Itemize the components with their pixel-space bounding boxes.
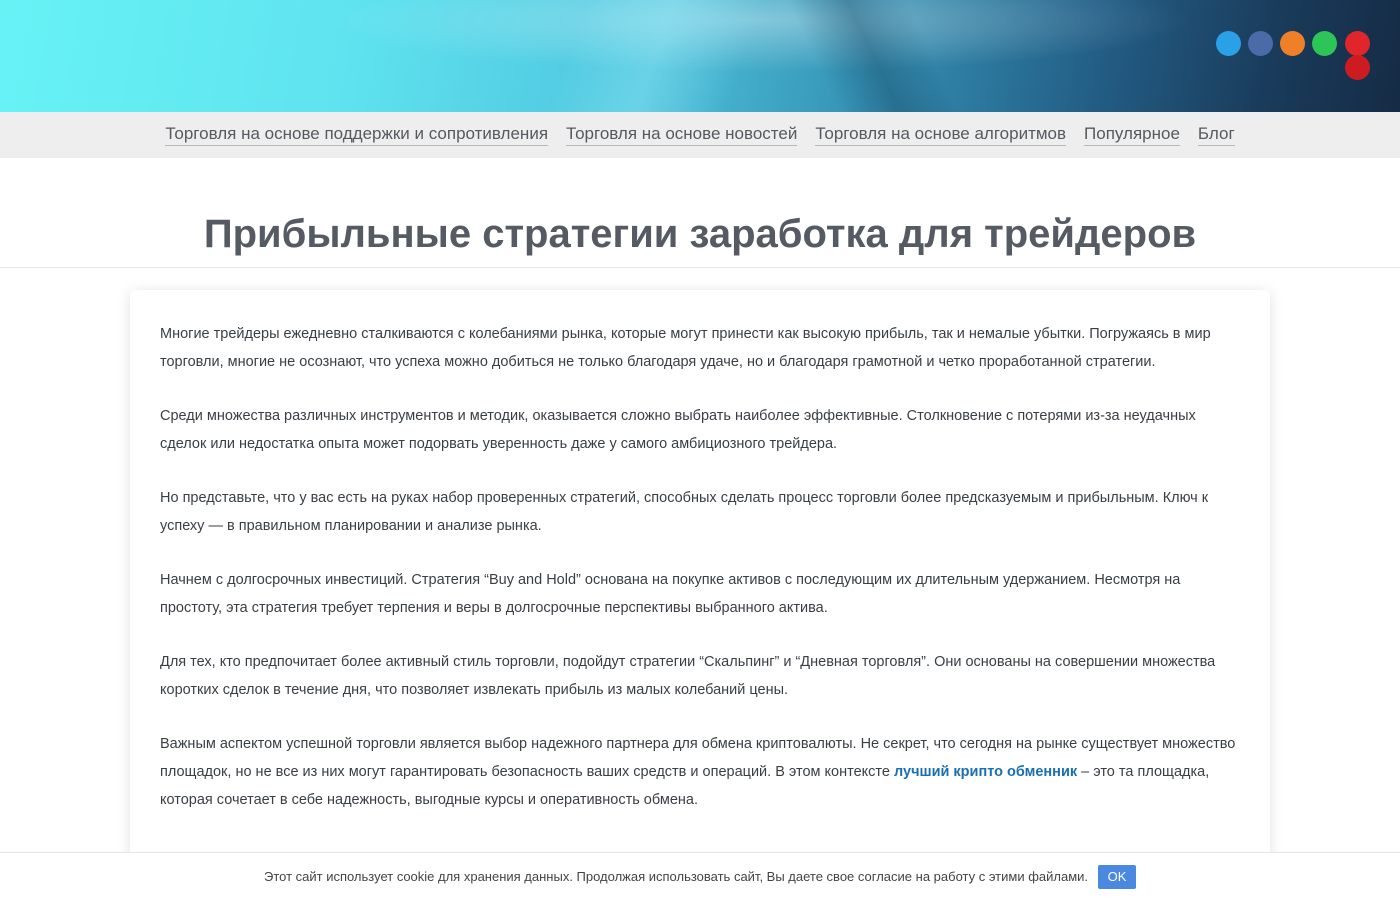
article-paragraph-3: Но представьте, что у вас есть на руках … — [160, 490, 1209, 534]
article-paragraph-1: Многие трейдеры ежедневно сталкиваются с… — [160, 326, 1211, 370]
logo-dot-red-lower — [1345, 55, 1370, 80]
logo-dot-navy — [1248, 31, 1273, 56]
cookie-notice-text: Этот сайт использует cookie для хранения… — [263, 869, 1089, 884]
banner-light-streak — [519, 0, 781, 112]
logo-dot-blue — [1216, 31, 1241, 56]
article-paragraph-5: Для тех, кто предпочитает более активный… — [160, 654, 1216, 698]
site-logo[interactable] — [1216, 31, 1376, 81]
logo-dot-red — [1345, 31, 1370, 56]
article-card: Многие трейдеры ежедневно сталкиваются с… — [130, 290, 1270, 900]
page-title: Прибыльные стратегии заработка для трейд… — [203, 212, 1197, 256]
cookie-banner: Этот сайт использует cookie для хранения… — [0, 852, 1400, 900]
article-paragraph-2: Среди множества различных инструментов и… — [160, 408, 1196, 452]
cookie-ok-button[interactable]: OK — [1098, 864, 1137, 889]
nav-popular[interactable]: Популярное — [1084, 124, 1180, 146]
article-paragraph-6: Важным аспектом успешной торговли являет… — [160, 730, 1240, 814]
nav-blog[interactable]: Блог — [1197, 124, 1235, 146]
title-divider — [0, 267, 1400, 268]
header-banner — [0, 0, 1400, 112]
nav-algorithmic-trading[interactable]: Торговля на основе алгоритмов — [815, 124, 1067, 146]
crypto-exchanger-link[interactable]: лучший крипто обменник — [894, 764, 1077, 780]
logo-dot-orange — [1280, 31, 1305, 56]
nav-support-resistance[interactable]: Торговля на основе поддержки и сопротивл… — [165, 124, 549, 146]
nav-news-trading[interactable]: Торговля на основе новостей — [566, 124, 798, 146]
main-navigation: Торговля на основе поддержки и сопротивл… — [0, 112, 1400, 158]
article-paragraph-4: Начнем с долгосрочных инвестиций. Страте… — [160, 572, 1181, 616]
logo-dot-green — [1312, 31, 1337, 56]
banner-dark-streak — [778, 0, 982, 112]
